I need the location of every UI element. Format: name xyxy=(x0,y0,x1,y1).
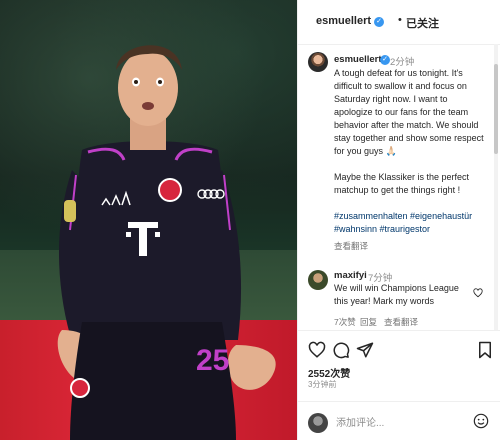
comment-reply-button[interactable]: 回复 xyxy=(360,316,377,328)
current-user-avatar xyxy=(308,413,328,433)
comment-username[interactable]: maxifyi xyxy=(334,270,367,281)
verified-icon: ✓ xyxy=(374,17,385,27)
add-comment-row xyxy=(298,401,500,442)
post-photo[interactable]: 25 xyxy=(0,0,297,440)
post-sidebar: esmuellert ✓ • 已关注 esmuellert ✓ 2分钟 A tou… xyxy=(297,0,500,440)
player-figure: 25 xyxy=(57,45,276,440)
caption-username[interactable]: esmuellert xyxy=(334,54,382,65)
comments-scroll-area[interactable]: esmuellert ✓ 2分钟 A tough defeat for us t… xyxy=(298,44,491,330)
caption-text-2: Maybe the Klassiker is the perfect match… xyxy=(334,172,472,195)
author-avatar[interactable] xyxy=(308,52,328,72)
commenter-avatar[interactable] xyxy=(308,270,328,290)
comment-translate-link[interactable]: 查看翻译 xyxy=(384,316,418,328)
jersey-number: 25 xyxy=(196,344,229,377)
likes-count[interactable]: 2552次赞 xyxy=(308,365,350,380)
post-time-ago: 3分钟前 xyxy=(308,380,337,389)
comment-likes[interactable]: 7次赞 xyxy=(334,316,356,328)
post-actions: 2552次赞 3分钟前 xyxy=(298,330,500,441)
caption-verified-icon: ✓ xyxy=(380,55,390,65)
add-comment-input[interactable] xyxy=(334,414,458,432)
header-username: esmuellert xyxy=(316,15,372,27)
post-header: esmuellert ✓ • 已关注 xyxy=(298,0,500,45)
emoji-icon[interactable] xyxy=(473,413,489,429)
header-dot: • xyxy=(398,14,402,26)
caption-text-1: A tough defeat for us tonight. It's diff… xyxy=(334,68,487,156)
comment-text: We will win Champions League this year! … xyxy=(334,283,459,306)
save-bookmark-icon[interactable] xyxy=(476,341,494,359)
share-send-icon[interactable] xyxy=(356,341,374,359)
like-heart-icon[interactable] xyxy=(308,341,326,359)
caption-body: A tough defeat for us tonight. It's diff… xyxy=(334,67,484,249)
comments-scrollbar[interactable] xyxy=(494,44,498,330)
caption-hashtags[interactable]: #zusammenhalten #eigenehaustür #wahnsinn… xyxy=(334,210,484,236)
caption-time: 2分钟 xyxy=(390,57,415,68)
caption-translate-link[interactable]: 查看翻译 xyxy=(334,240,368,252)
following-button[interactable]: 已关注 xyxy=(406,15,439,31)
comment-like-heart-icon[interactable] xyxy=(473,288,483,298)
comment-bubble-icon[interactable] xyxy=(332,341,350,359)
scrollbar-thumb[interactable] xyxy=(494,64,498,154)
header-username-link[interactable]: esmuellert ✓ xyxy=(316,15,385,27)
